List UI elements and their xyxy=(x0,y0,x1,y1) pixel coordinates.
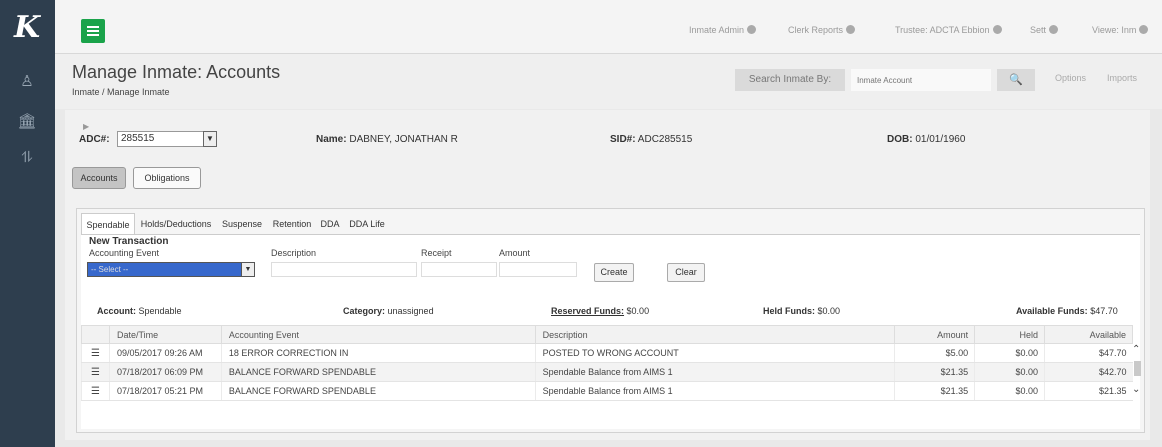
app-logo[interactable]: K xyxy=(7,10,47,46)
dob-field: DOB: 01/01/1960 xyxy=(887,134,966,145)
cell-available: $47.70 xyxy=(1044,343,1133,363)
spendable-tab-content: New Transaction Accounting Event Descrip… xyxy=(81,234,1142,429)
cell-amount: $5.00 xyxy=(894,343,975,363)
held-funds-field: Held Funds: $0.00 xyxy=(763,306,841,316)
transactions-table: Date/Time Accounting Event Description A… xyxy=(81,325,1133,401)
chevron-up-icon[interactable]: ⌃ xyxy=(1132,344,1140,355)
col-amount[interactable]: Amount xyxy=(894,325,976,344)
adc-label: ADC#: xyxy=(79,134,110,145)
left-sidebar: K ♙ 🏛 ⥮ xyxy=(0,0,55,447)
name-field: Name: DABNEY, JONATHAN R xyxy=(316,134,458,145)
cell-held: $0.00 xyxy=(974,381,1045,401)
gear-icon xyxy=(747,25,757,34)
main-panel: ▶ ADC#: 285515 ▼ Name: DABNEY, JONATHAN … xyxy=(65,110,1150,440)
receipt-label: Receipt xyxy=(421,248,452,258)
category-field: Category: unassigned xyxy=(343,306,434,316)
adc-select[interactable]: 285515 ▼ xyxy=(117,131,217,147)
filter-list-icon[interactable]: ⥮ xyxy=(13,146,41,170)
description-label: Description xyxy=(271,248,317,258)
clear-button[interactable]: Clear xyxy=(667,263,705,282)
cell-available: $42.70 xyxy=(1044,362,1133,382)
cell-description: Spendable Balance from AIMS 1 xyxy=(534,381,895,401)
tab-holds-deductions[interactable]: Holds/Deductions xyxy=(137,213,215,235)
create-button[interactable]: Create xyxy=(594,263,634,282)
cell-amount: $21.35 xyxy=(894,362,975,382)
tab-retention[interactable]: Retention xyxy=(269,213,315,235)
chevron-down-icon[interactable]: ⌄ xyxy=(1132,384,1140,395)
new-transaction-title: New Transaction xyxy=(89,236,169,247)
accounting-event-label: Accounting Event xyxy=(89,248,160,258)
breadcrumb[interactable]: Inmate / Manage Inmate xyxy=(72,87,170,97)
scroll-thumb[interactable] xyxy=(1134,361,1141,376)
top-bar: Inmate Admin Clerk Reports Trustee: ADCT… xyxy=(55,0,1162,54)
row-menu-icon[interactable]: ☰ xyxy=(81,381,110,401)
col-description[interactable]: Description xyxy=(534,325,896,344)
inmate-admin-link[interactable]: Inmate Admin xyxy=(689,25,757,35)
user-link[interactable]: Viewe: Inm xyxy=(1092,25,1149,35)
accounts-tab-panel: Spendable Holds/Deductions Suspense Rete… xyxy=(76,208,1145,433)
receipt-input[interactable] xyxy=(421,262,497,277)
col-available[interactable]: Available xyxy=(1044,325,1133,344)
info-icon xyxy=(846,25,856,34)
tab-spendable[interactable]: Spendable xyxy=(81,213,135,235)
search-icon: 🔍 xyxy=(1009,74,1023,86)
available-funds-field: Available Funds: $47.70 xyxy=(1016,306,1118,316)
chevron-down-icon[interactable]: ▼ xyxy=(203,131,217,147)
cell-event: 18 ERROR CORRECTION IN xyxy=(220,343,536,363)
col-accounting-event[interactable]: Accounting Event xyxy=(220,325,536,344)
globe-icon xyxy=(1049,25,1059,34)
imports-link[interactable]: Imports xyxy=(1107,73,1137,83)
obligations-button[interactable]: Obligations xyxy=(133,167,201,189)
amount-label: Amount xyxy=(499,248,531,258)
accounts-button[interactable]: Accounts xyxy=(72,167,126,189)
tab-dda-life[interactable]: DDA Life xyxy=(345,213,389,235)
cell-datetime: 09/05/2017 09:26 AM xyxy=(108,343,222,363)
row-menu-icon[interactable]: ☰ xyxy=(81,343,110,363)
institution-icon[interactable]: 🏛 xyxy=(13,110,41,134)
hamburger-menu-button[interactable] xyxy=(81,19,105,43)
col-datetime[interactable]: Date/Time xyxy=(108,325,222,344)
cell-amount: $21.35 xyxy=(894,381,975,401)
user-icon[interactable]: ♙ xyxy=(13,70,41,94)
amount-input[interactable] xyxy=(499,262,577,277)
table-row[interactable]: ☰ 07/18/2017 05:21 PM BALANCE FORWARD SP… xyxy=(81,381,1133,401)
row-menu-icon[interactable]: ☰ xyxy=(81,362,110,382)
page-header: Manage Inmate: Accounts Inmate / Manage … xyxy=(55,54,1162,109)
cell-description: Spendable Balance from AIMS 1 xyxy=(534,362,895,382)
user-icon xyxy=(1139,25,1149,34)
sid-field: SID#: ADC285515 xyxy=(610,134,693,145)
search-button[interactable]: 🔍 xyxy=(997,69,1035,91)
search-input[interactable] xyxy=(851,69,991,91)
cell-description: POSTED TO WRONG ACCOUNT xyxy=(534,343,895,363)
table-row[interactable]: ☰ 07/18/2017 06:09 PM BALANCE FORWARD SP… xyxy=(81,362,1133,382)
trustee-link[interactable]: Trustee: ADCTA Ebbion xyxy=(895,25,1002,35)
options-link[interactable]: Options xyxy=(1055,73,1086,83)
tab-dda[interactable]: DDA xyxy=(317,213,343,235)
cell-datetime: 07/18/2017 06:09 PM xyxy=(108,362,222,382)
collapse-arrow-icon[interactable]: ▶ xyxy=(83,122,89,131)
description-input[interactable] xyxy=(271,262,417,277)
cell-datetime: 07/18/2017 05:21 PM xyxy=(108,381,222,401)
cell-event: BALANCE FORWARD SPENDABLE xyxy=(220,381,536,401)
accounting-event-select[interactable]: -- Select -- ▼ xyxy=(87,262,255,277)
col-held[interactable]: Held xyxy=(974,325,1046,344)
clerk-reports-link[interactable]: Clerk Reports xyxy=(788,25,856,35)
cell-event: BALANCE FORWARD SPENDABLE xyxy=(220,362,536,382)
settings-link[interactable]: Sett xyxy=(1030,25,1059,35)
search-by-dropdown[interactable]: Search Inmate By: xyxy=(735,69,845,91)
cell-held: $0.00 xyxy=(974,343,1045,363)
table-header-row: Date/Time Accounting Event Description A… xyxy=(81,325,1133,344)
tab-suspense[interactable]: Suspense xyxy=(217,213,267,235)
table-row[interactable]: ☰ 09/05/2017 09:26 AM 18 ERROR CORRECTIO… xyxy=(81,343,1133,363)
table-scrollbar[interactable]: ⌃ ⌄ xyxy=(1132,344,1142,404)
reserved-funds-field[interactable]: Reserved Funds: $0.00 xyxy=(551,306,649,316)
chevron-down-icon[interactable]: ▼ xyxy=(241,262,255,277)
wrench-icon xyxy=(992,25,1002,34)
cell-available: $21.35 xyxy=(1044,381,1133,401)
account-field: Account: Spendable xyxy=(97,306,182,316)
cell-held: $0.00 xyxy=(974,362,1045,382)
page-title: Manage Inmate: Accounts xyxy=(72,62,281,82)
